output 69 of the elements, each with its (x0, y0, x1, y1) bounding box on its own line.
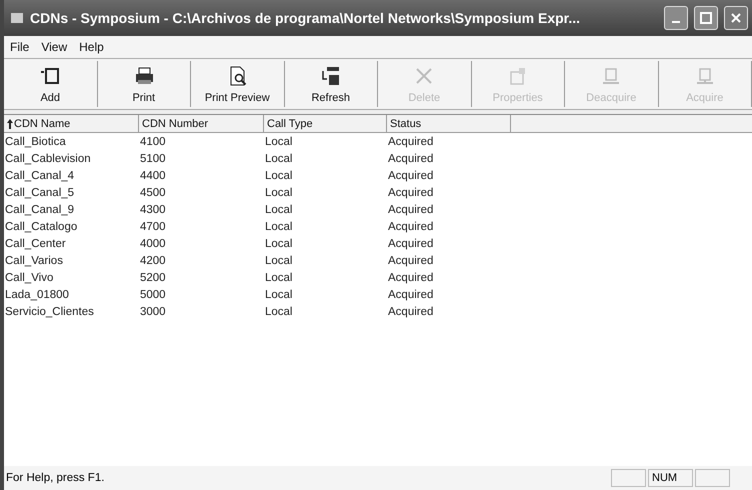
table-cell-text: Local (264, 152, 294, 164)
table-cell-text: Call_Vivo (4, 272, 54, 284)
table-cell-text: 4700 (139, 220, 167, 232)
table-cell-text: Acquired (387, 272, 434, 284)
table-cell-text: Acquired (387, 288, 434, 300)
table-cell-text: Call_Center (4, 238, 67, 250)
table-cell-text: 3000 (139, 306, 167, 318)
column-header[interactable]: Call Type (264, 115, 387, 133)
table-cell-text: Servicio_Clientes (4, 306, 95, 318)
table-cell-text: 4200 (139, 254, 167, 266)
toolbar-button[interactable]: Refresh (284, 61, 378, 107)
table-cell-text: Acquired (387, 152, 434, 164)
toolbar-button[interactable]: Print (98, 61, 191, 107)
table-cell-text: Acquired (387, 170, 434, 182)
table-cell-text: Local (264, 272, 294, 284)
window-icon (39, 65, 62, 87)
status-message: For Help, press F1. (6, 472, 106, 484)
table-cell-text: Local (264, 186, 294, 198)
menu-item[interactable]: Help (79, 40, 104, 54)
table-cell-text: Call_Cablevision (4, 152, 92, 164)
table-cell-text: Local (264, 288, 294, 300)
num-indicator: NUM (648, 469, 693, 487)
close-icon (730, 12, 742, 24)
table-cell-text: Local (264, 306, 294, 318)
column-header[interactable]: Status (387, 115, 511, 133)
table-cell-text: Call_Varios (4, 254, 64, 266)
status-panel (611, 469, 646, 487)
window-title: CDNs - Symposium - C:\Archivos de programa\Nortel Networks\Symposium Expr... (30, 10, 582, 26)
menu-item[interactable]: File (10, 40, 30, 54)
table-cell-text: Acquired (387, 186, 434, 198)
table-cell-text: Call_Canal_5 (4, 186, 76, 198)
toolbar-button[interactable]: Print Preview (191, 61, 284, 107)
table-cell-text: 5100 (139, 152, 167, 164)
minimize-icon (672, 21, 680, 23)
table-cell-text: Local (264, 136, 294, 148)
table-cell-text: Acquired (387, 306, 434, 318)
table-cell-text: Call_Canal_4 (4, 170, 76, 182)
maximize-button[interactable] (694, 6, 718, 30)
status-panel (695, 469, 730, 487)
table-cell-text: 4300 (139, 204, 167, 216)
table-cell-text: 4400 (139, 170, 167, 182)
toolbar-button[interactable]: Add (4, 61, 98, 107)
table-cell-text: Acquired (387, 136, 434, 148)
maximize-icon (700, 12, 712, 24)
table-cell-text: Acquired (387, 254, 434, 266)
table-cell-text: Local (264, 254, 294, 266)
table-cell-text: Call_Catalogo (4, 220, 78, 232)
table-cell-text: Call_Canal_9 (4, 204, 76, 216)
close-button[interactable] (724, 6, 748, 30)
menu-item[interactable]: View (41, 40, 68, 54)
sort-arrow-icon (7, 118, 13, 128)
app-icon (10, 11, 24, 25)
table-cell-text: Local (264, 220, 294, 232)
column-header[interactable]: CDN Number (139, 115, 264, 133)
table-cell-text: Call_Biotica (4, 136, 67, 148)
table-cell-text: 4500 (139, 186, 167, 198)
table-cell-text: 4000 (139, 238, 167, 250)
table-cell-text: Acquired (387, 238, 434, 250)
minimize-button[interactable] (664, 6, 688, 30)
table-cell-text: 5200 (139, 272, 167, 284)
table-cell-text: Local (264, 204, 294, 216)
table-cell-text: Acquired (387, 204, 434, 216)
table-cell-text: Lada_01800 (4, 288, 70, 300)
table-cell-text: 4100 (139, 136, 167, 148)
table-cell-text: 5000 (139, 288, 167, 300)
table-cell-text: Local (264, 170, 294, 182)
table-cell-text: Local (264, 238, 294, 250)
column-header[interactable]: CDN Name (4, 115, 139, 133)
table-cell-text: Acquired (387, 220, 434, 232)
